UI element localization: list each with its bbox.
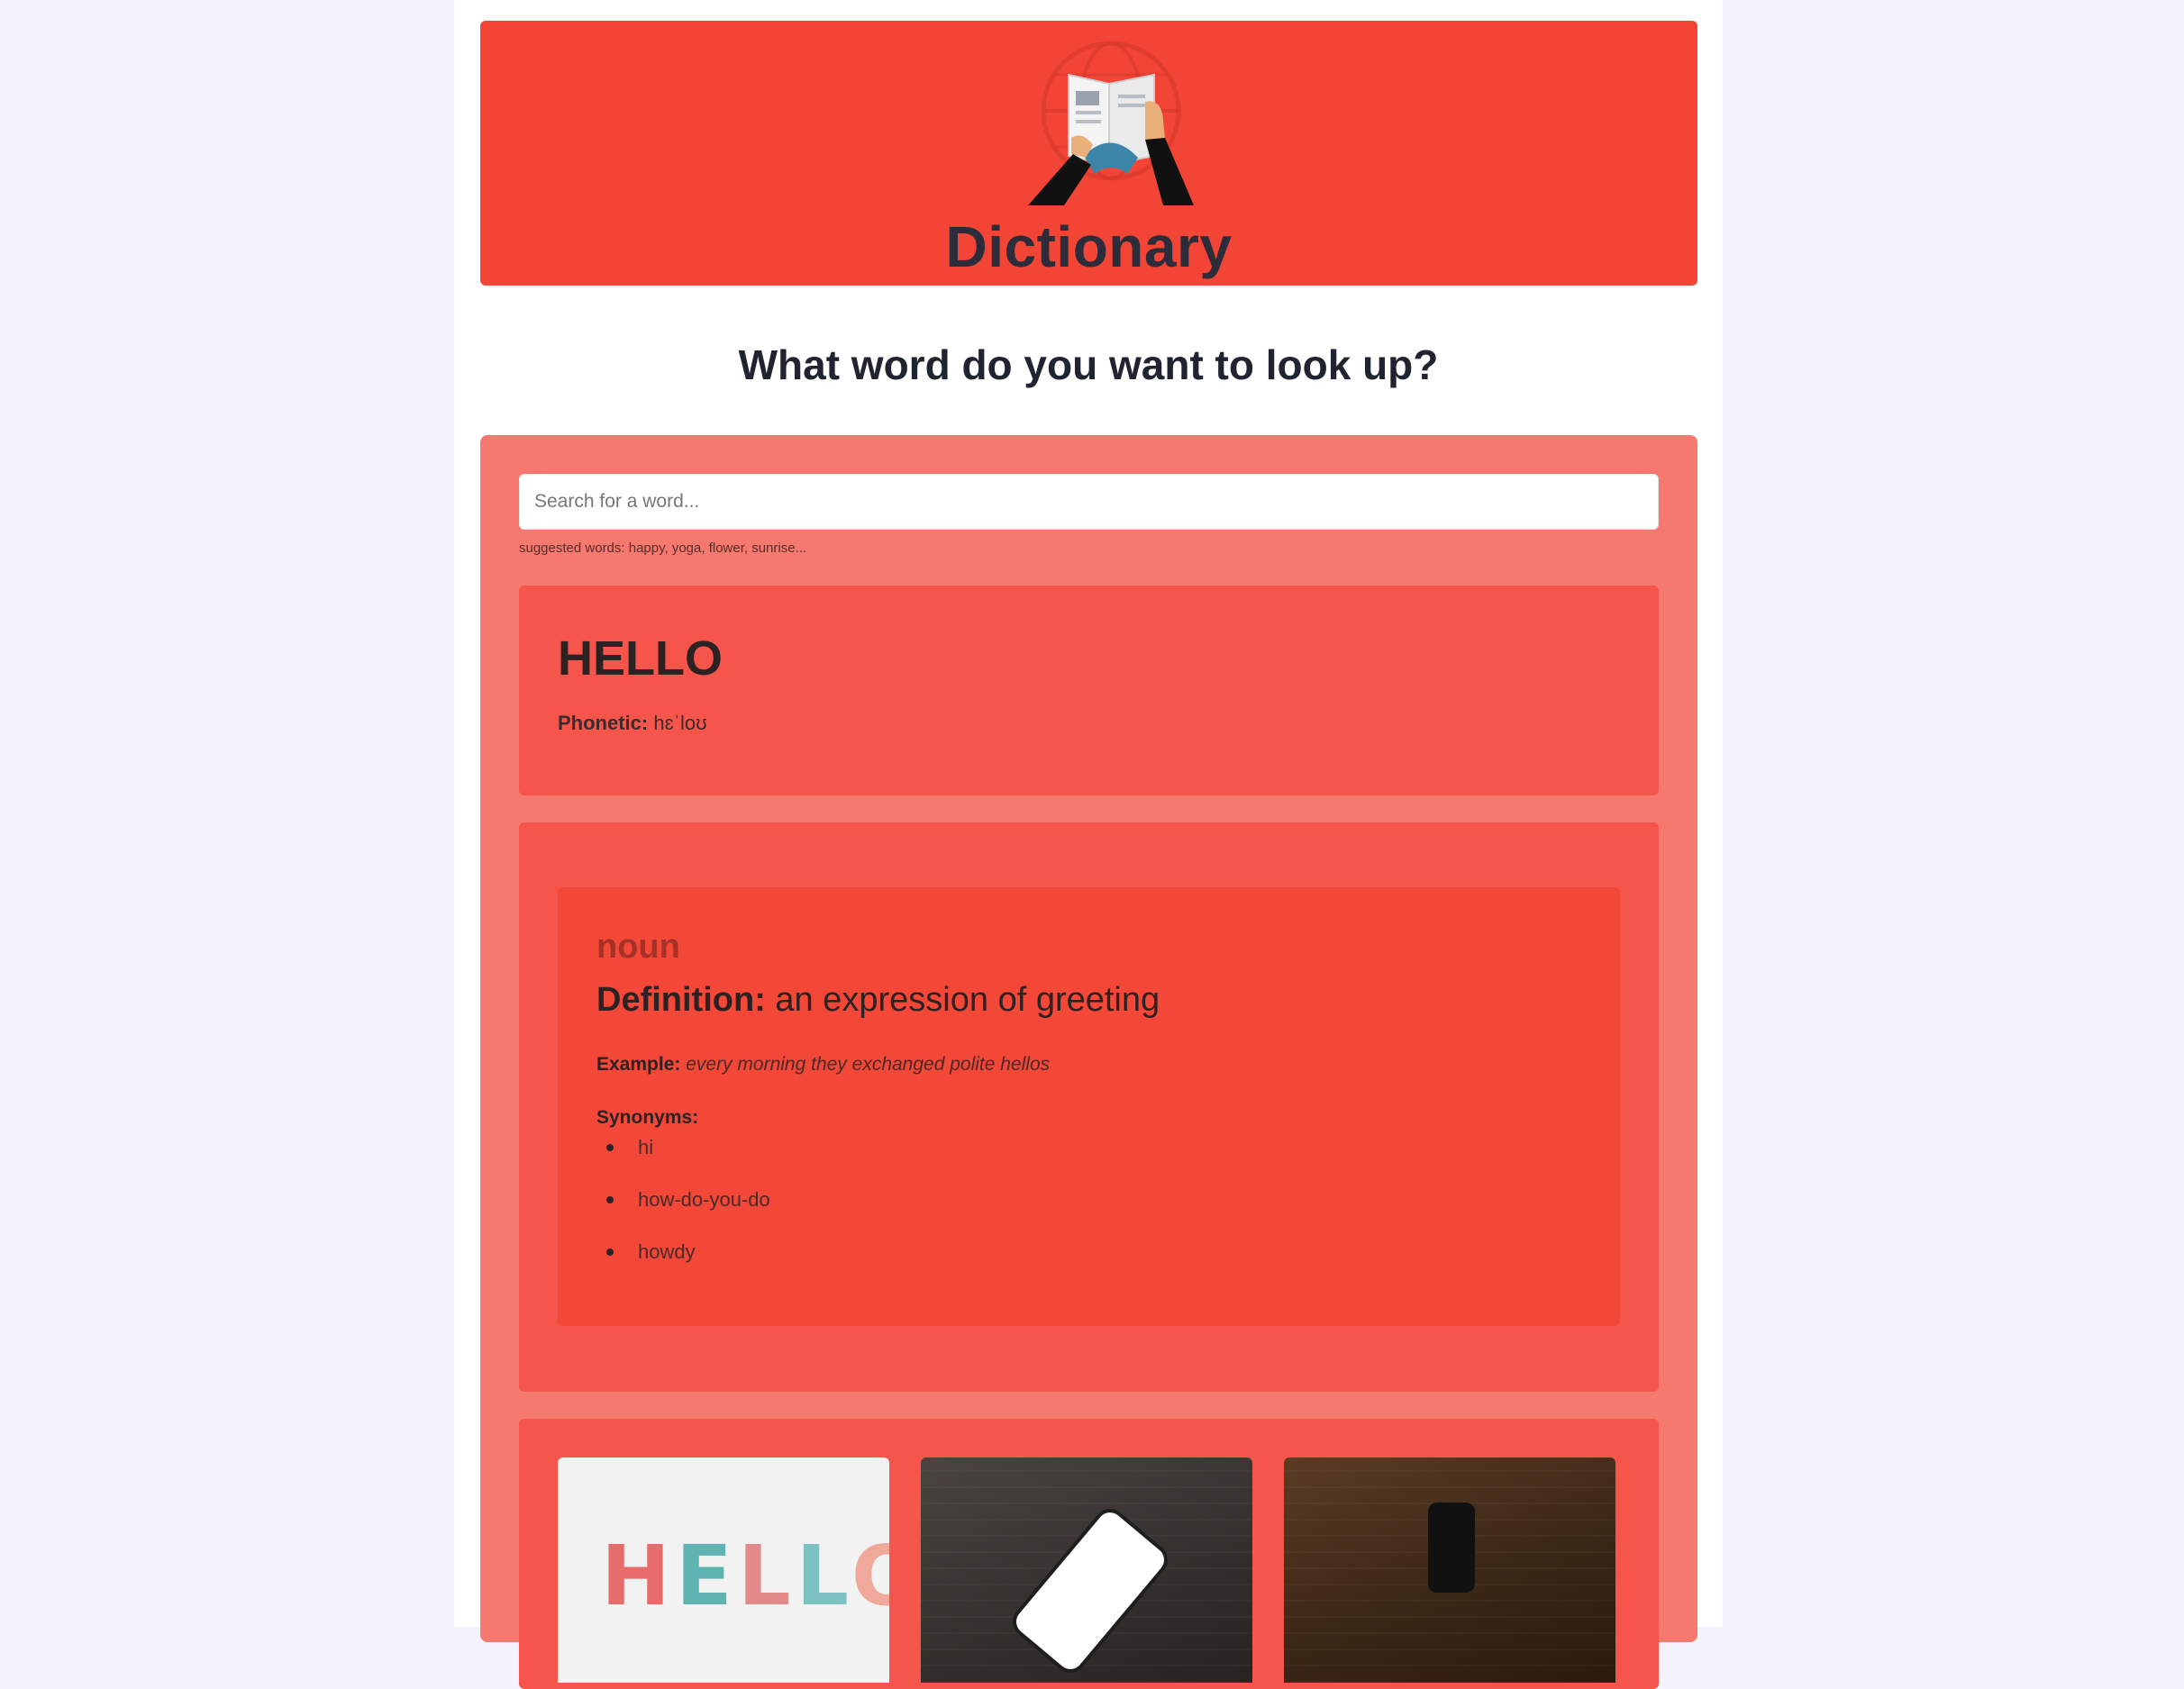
example-label: Example: — [596, 1054, 681, 1075]
definition: Definition: an expression of greeting — [596, 981, 1160, 1020]
search-input[interactable] — [519, 474, 1659, 530]
synonym-item: how-do-you-do — [596, 1187, 770, 1240]
app-title: Dictionary — [945, 214, 1233, 279]
hello-letters-photo[interactable]: HELLO — [558, 1457, 889, 1683]
word-title: HELLO — [558, 631, 723, 686]
page-container: Dictionary What word do you want to look… — [454, 0, 1723, 1689]
app-header: Dictionary — [480, 21, 1697, 286]
search-panel: suggested words: happy, yoga, flower, su… — [480, 435, 1697, 1689]
page-question: What word do you want to look up? — [738, 341, 1439, 388]
part-of-speech: noun — [596, 928, 680, 966]
meaning-card: noun Definition: an expression of greeti… — [519, 822, 1659, 1392]
example-text: every morning they exchanged polite hell… — [686, 1054, 1051, 1075]
photos-card: HELLO — [519, 1419, 1659, 1689]
synonyms-list: hi how-do-you-do howdy — [596, 1135, 770, 1292]
hello-letters-text: HELLO — [601, 1528, 889, 1624]
synonyms-label: Synonyms: — [596, 1107, 699, 1128]
example: Example: every morning they exchanged po… — [596, 1054, 1050, 1076]
phone-icon — [1428, 1503, 1475, 1593]
synonym-item: hi — [596, 1135, 770, 1187]
definition-text: an expression of greeting — [775, 981, 1160, 1019]
phonetic-label: Phonetic: — [558, 712, 649, 734]
definition-label: Definition: — [596, 981, 766, 1019]
meaning-inner-card: noun Definition: an expression of greeti… — [558, 887, 1620, 1326]
word-card: HELLO Phonetic: hɛˈloʊ — [519, 586, 1659, 795]
synonym-item: howdy — [596, 1240, 770, 1292]
phonetic-value: hɛˈloʊ — [653, 712, 707, 734]
suggested-words: suggested words: happy, yoga, flower, su… — [519, 540, 807, 556]
dark-phone-on-wood-photo[interactable] — [1284, 1457, 1615, 1683]
phone-on-wood-photo[interactable] — [921, 1457, 1252, 1683]
dictionary-logo-icon — [1028, 41, 1194, 205]
phonetic: Phonetic: hɛˈloʊ — [558, 712, 707, 735]
